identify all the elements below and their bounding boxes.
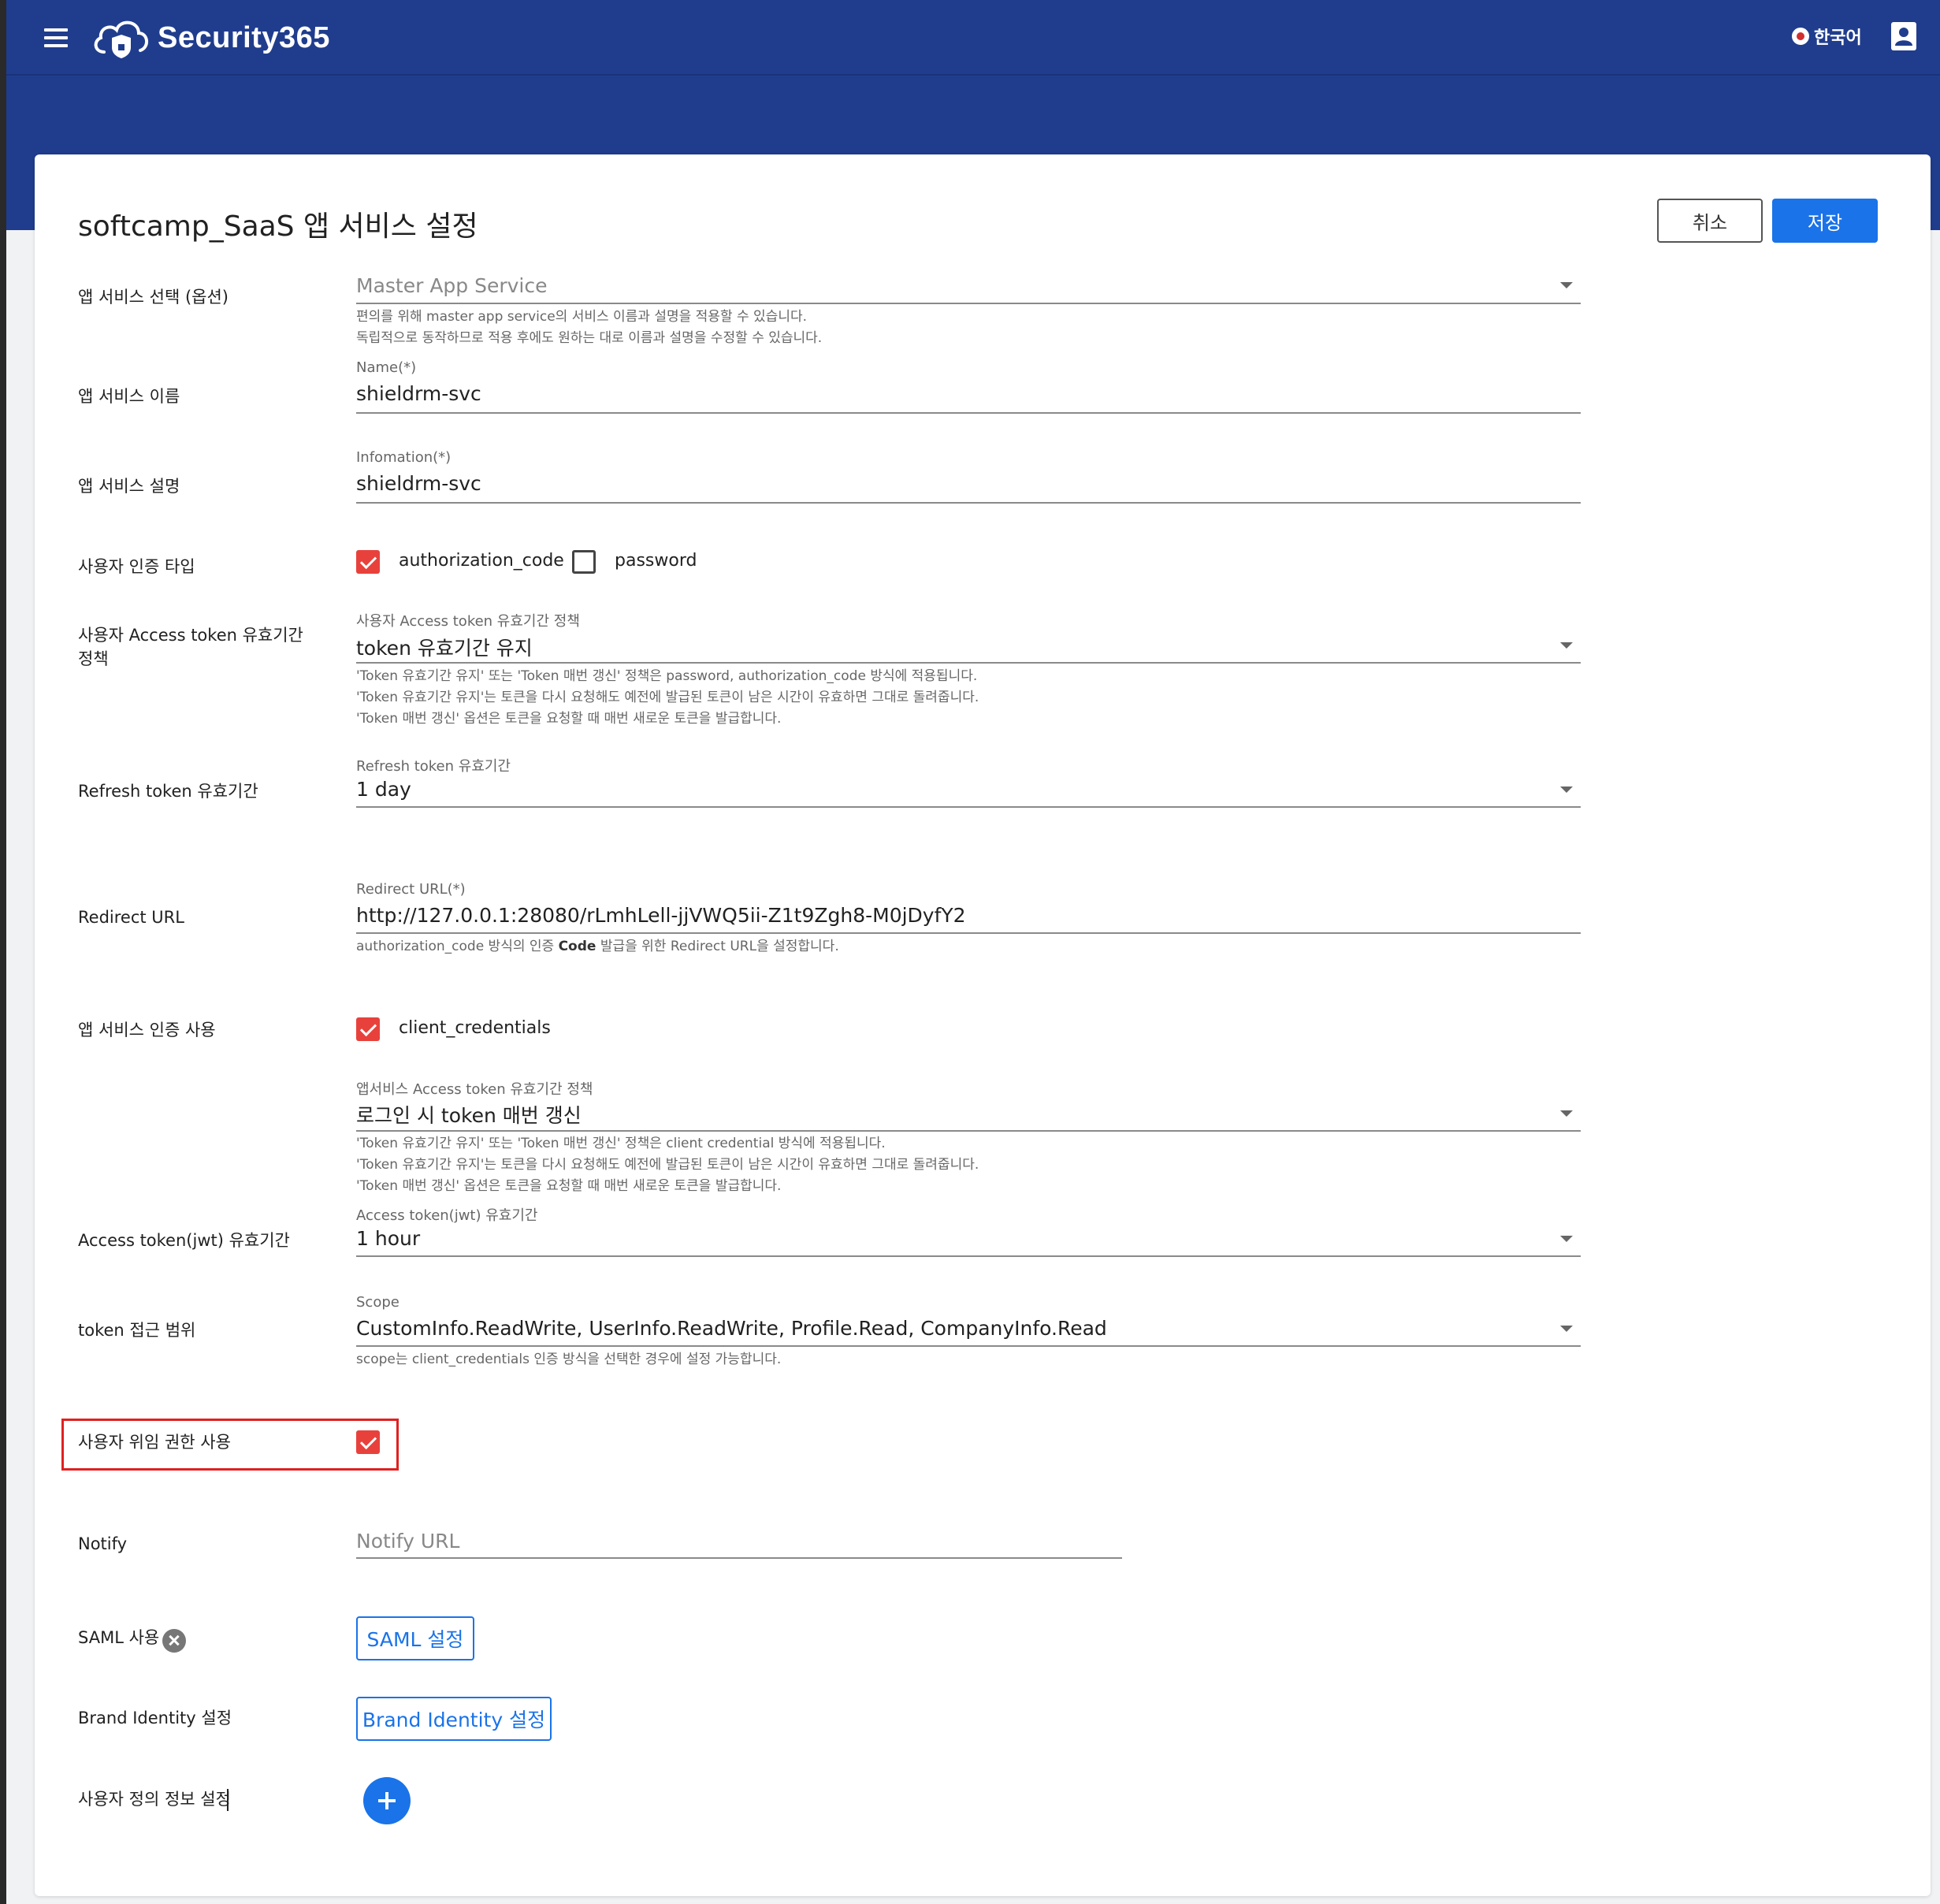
app-service-desc-label: 앱 서비스 설명 — [78, 477, 180, 496]
info-input-underline — [356, 502, 1581, 504]
user-token-policy-field-label: 사용자 Access token 유효기간 정책 — [356, 613, 580, 630]
scope-field-label: Scope — [356, 1294, 400, 1311]
app-service-select-hint-2: 독립적으로 동작하므로 적용 후에도 원하는 대로 이름과 설명을 수정할 수 … — [356, 330, 823, 346]
redirect-url-hint: authorization_code 방식의 인증 Code 발급을 위한 Re… — [356, 936, 839, 958]
scope-underline — [356, 1345, 1581, 1347]
app-service-select-hint-1: 편의를 위해 master app service의 서비스 이름과 설명을 적… — [356, 309, 808, 325]
refresh-token-underline — [356, 806, 1581, 808]
language-label: 한국어 — [1814, 28, 1862, 48]
name-input-underline — [356, 412, 1581, 414]
cancel-button[interactable]: 취소 — [1657, 199, 1763, 243]
delegation-checkbox[interactable] — [356, 1430, 380, 1454]
user-token-policy-label-1: 사용자 Access token 유효기간 — [78, 626, 303, 645]
scope-select[interactable]: CustomInfo.ReadWrite, UserInfo.ReadWrite… — [356, 1317, 1107, 1340]
app-name: Security365 — [158, 20, 330, 54]
access-token-jwt-label: Access token(jwt) 유효기간 — [78, 1231, 290, 1250]
app-token-policy-field-label: 앱서비스 Access token 유효기간 정책 — [356, 1081, 593, 1098]
cloud-lock-icon — [94, 20, 148, 58]
save-button[interactable]: 저장 — [1772, 199, 1878, 243]
password-label: password — [615, 551, 697, 571]
user-token-policy-hint-3: 'Token 매번 갱신' 옵션은 토큰을 요청할 때 매번 새로운 토큰을 발… — [356, 711, 782, 727]
access-token-jwt-field-label: Access token(jwt) 유효기간 — [356, 1207, 538, 1224]
custom-info-label: 사용자 정의 정보 설정 — [78, 1790, 231, 1809]
brand-identity-label: Brand Identity 설정 — [78, 1709, 232, 1727]
app-auth-label: 앱 서비스 인증 사용 — [78, 1021, 216, 1039]
chevron-down-icon[interactable] — [1560, 787, 1573, 793]
user-token-policy-hint-1: 'Token 유효기간 유지' 또는 'Token 매번 갱신' 정책은 pas… — [356, 668, 978, 684]
client-credentials-label: client_credentials — [399, 1018, 551, 1038]
notify-url-underline — [356, 1557, 1122, 1559]
notify-url-input[interactable]: Notify URL — [356, 1530, 459, 1553]
top-bar: Security365 한국어 — [6, 0, 1940, 76]
app-service-name-label: 앱 서비스 이름 — [78, 387, 180, 406]
redirect-url-field-label: Redirect URL(*) — [356, 881, 466, 898]
name-input[interactable]: shieldrm-svc — [356, 382, 481, 405]
brand-identity-button[interactable]: Brand Identity 설정 — [356, 1697, 552, 1741]
chevron-down-icon[interactable] — [1560, 642, 1573, 649]
saml-close-icon[interactable] — [162, 1629, 186, 1653]
korea-flag-icon — [1792, 28, 1809, 45]
redirect-url-hint-bold: Code — [558, 939, 596, 954]
app-service-select-label: 앱 서비스 선택 (옵션) — [78, 288, 229, 307]
user-profile-icon[interactable] — [1891, 22, 1916, 50]
password-checkbox[interactable] — [572, 550, 596, 574]
chevron-down-icon[interactable] — [1560, 1326, 1573, 1332]
redirect-url-hint-post: 발급을 위한 Redirect URL을 설정합니다. — [596, 939, 839, 954]
redirect-url-underline — [356, 932, 1581, 934]
chevron-down-icon[interactable] — [1560, 1110, 1573, 1117]
app-token-policy-underline — [356, 1130, 1581, 1132]
language-selector[interactable]: 한국어 — [1792, 24, 1862, 49]
app-service-select[interactable]: Master App Service — [356, 274, 548, 297]
client-credentials-checkbox[interactable] — [356, 1017, 380, 1041]
app-token-policy-select[interactable]: 로그인 시 token 매번 갱신 — [356, 1100, 582, 1129]
notify-label: Notify — [78, 1534, 128, 1553]
redirect-url-input[interactable]: http://127.0.0.1:28080/rLmhLell-jjVWQ5ii… — [356, 904, 966, 927]
refresh-token-select[interactable]: 1 day — [356, 778, 411, 801]
app-token-policy-hint-3: 'Token 매번 갱신' 옵션은 토큰을 요청할 때 매번 새로운 토큰을 발… — [356, 1178, 782, 1194]
refresh-token-label: Refresh token 유효기간 — [78, 782, 258, 801]
user-token-policy-underline — [356, 662, 1581, 664]
app-token-policy-hint-1: 'Token 유효기간 유지' 또는 'Token 매번 갱신' 정책은 cli… — [356, 1136, 886, 1151]
chevron-down-icon[interactable] — [1560, 282, 1573, 288]
info-input[interactable]: shieldrm-svc — [356, 472, 481, 495]
app-service-select-underline — [356, 303, 1581, 304]
saml-settings-button[interactable]: SAML 설정 — [356, 1616, 474, 1660]
user-token-policy-hint-2: 'Token 유효기간 유지'는 토큰을 다시 요청해도 예전에 발급된 토큰이… — [356, 690, 979, 705]
saml-label: SAML 사용 — [78, 1628, 160, 1647]
add-custom-info-button[interactable] — [363, 1777, 411, 1824]
app-token-policy-hint-2: 'Token 유효기간 유지'는 토큰을 다시 요청해도 예전에 발급된 토큰이… — [356, 1157, 979, 1173]
menu-icon[interactable] — [44, 28, 68, 47]
scope-hint: scope는 client_credentials 인증 방식을 선택한 경우에… — [356, 1352, 782, 1367]
app-logo[interactable]: Security365 — [90, 11, 330, 65]
user-token-policy-label-2: 정책 — [78, 649, 109, 668]
name-field-label: Name(*) — [356, 359, 417, 376]
info-field-label: Infomation(*) — [356, 449, 452, 466]
scope-label: token 접근 범위 — [78, 1321, 196, 1340]
page-title: softcamp_SaaS 앱 서비스 설정 — [78, 210, 478, 243]
access-token-jwt-underline — [356, 1255, 1581, 1257]
delegation-label: 사용자 위임 권한 사용 — [78, 1433, 231, 1452]
settings-card — [35, 154, 1931, 1896]
text-cursor — [227, 1789, 229, 1811]
access-token-jwt-select[interactable]: 1 hour — [356, 1227, 420, 1250]
redirect-url-hint-pre: authorization_code 방식의 인증 — [356, 939, 559, 954]
chevron-down-icon[interactable] — [1560, 1236, 1573, 1242]
refresh-token-field-label: Refresh token 유효기간 — [356, 758, 511, 775]
authorization-code-checkbox[interactable] — [356, 550, 380, 574]
user-token-policy-select[interactable]: token 유효기간 유지 — [356, 633, 533, 661]
window-edge — [0, 0, 6, 1904]
redirect-url-label: Redirect URL — [78, 908, 184, 927]
authorization-code-label: authorization_code — [399, 551, 564, 571]
auth-type-label: 사용자 인증 타입 — [78, 557, 195, 576]
